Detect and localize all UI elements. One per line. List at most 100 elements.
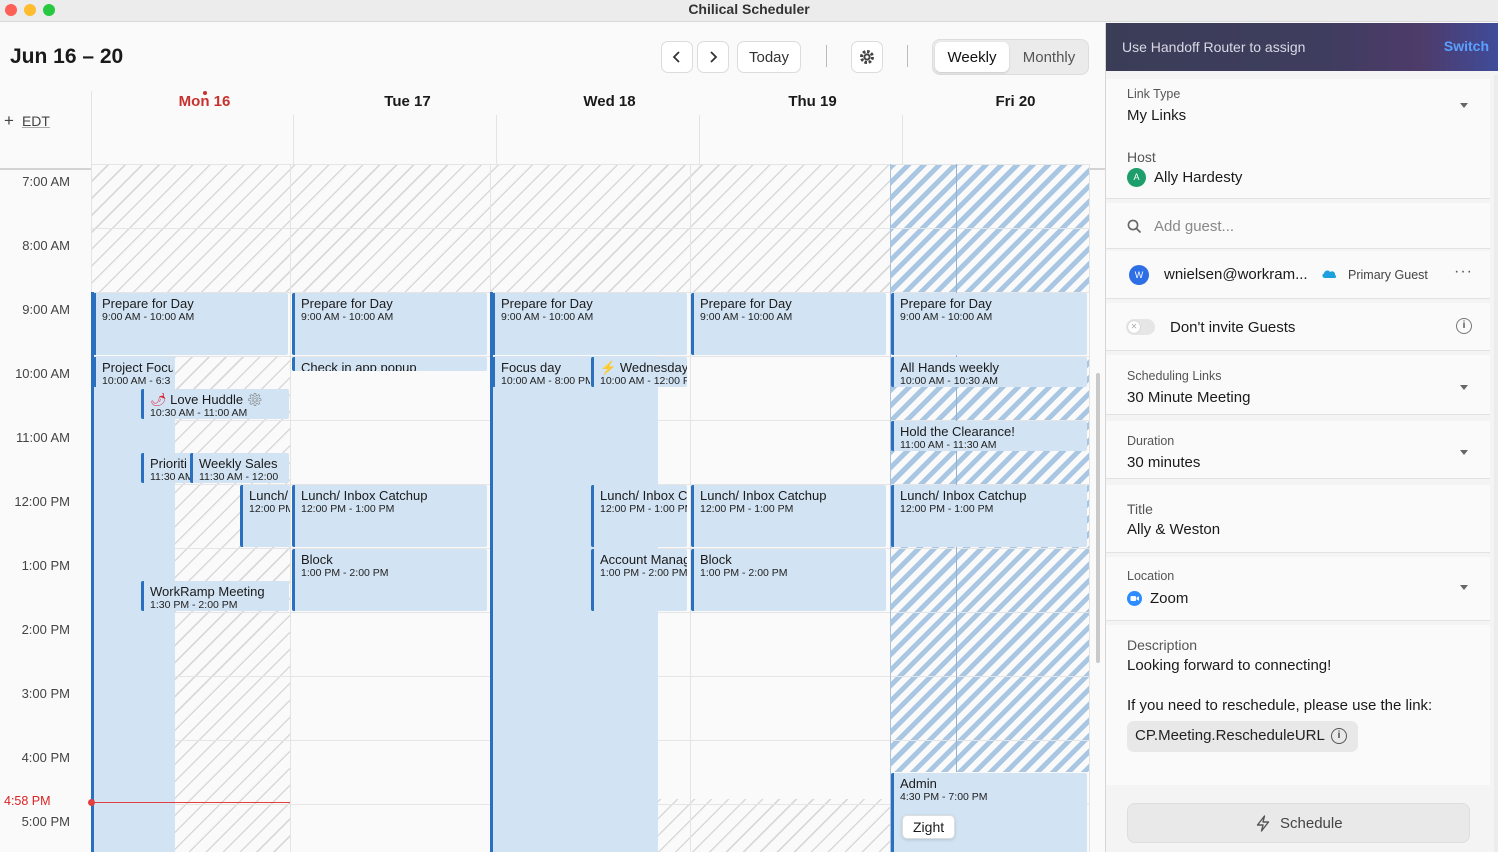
calendar-event[interactable]: Hold the Clearance! 11:00 AM - 11:30 AM xyxy=(891,421,1087,451)
time-label: 5:00 PM xyxy=(21,814,70,829)
search-icon xyxy=(1127,219,1142,234)
calendar-event[interactable]: Block 1:00 PM - 2:00 PM xyxy=(691,549,886,611)
time-label: 1:00 PM xyxy=(21,558,70,573)
time-label: 3:00 PM xyxy=(21,686,70,701)
day-header-thu[interactable]: Thu 19 xyxy=(711,93,914,110)
duration-select[interactable]: 30 minutes xyxy=(1127,454,1200,471)
chevron-down-icon[interactable] xyxy=(1460,103,1468,108)
event-title: Prepare for Day xyxy=(501,296,593,311)
event-time: 12:00 PM xyxy=(249,503,290,515)
calendar-event[interactable]: Prepare for Day 9:00 AM - 10:00 AM xyxy=(492,293,687,355)
dont-invite-row: ✕ Don't invite Guests i xyxy=(1106,303,1490,351)
window-title: Chilical Scheduler xyxy=(688,1,810,17)
calendar-event[interactable]: Prepare for Day 9:00 AM - 10:00 AM xyxy=(93,293,288,355)
prev-week-button[interactable] xyxy=(661,41,693,73)
add-guest-input[interactable]: Add guest... xyxy=(1154,218,1234,235)
calendar-event[interactable]: All Hands weekly 10:00 AM - 10:30 AM xyxy=(891,357,1087,387)
next-week-button[interactable] xyxy=(697,41,729,73)
timezone-label: EDT xyxy=(21,113,50,129)
calendar-event[interactable]: Focus day 10:00 AM - 8:00 PM xyxy=(492,357,590,387)
link-type-select[interactable]: My Links xyxy=(1127,107,1186,124)
calendar-event[interactable]: Lunch/ Inbox Catchup 12:00 PM - 1:00 PM xyxy=(891,485,1087,547)
switch-link[interactable]: Switch xyxy=(1444,38,1489,54)
chevron-down-icon[interactable] xyxy=(1460,450,1468,455)
time-label: 2:00 PM xyxy=(21,622,70,637)
chili-pepper-icon: 🌶 xyxy=(150,392,171,407)
calendar-event[interactable]: Weekly Sales 11:30 AM - 12:00 xyxy=(190,453,289,483)
title-label: Title xyxy=(1127,501,1153,517)
settings-button[interactable] xyxy=(851,41,883,73)
guest-email[interactable]: wnielsen@workram... xyxy=(1164,266,1308,283)
calendar-event[interactable]: Prepare for Day 9:00 AM - 10:00 AM xyxy=(891,293,1087,355)
calendar-event[interactable]: Prepare for Day 9:00 AM - 10:00 AM xyxy=(691,293,886,355)
event-title: Weekly Sales xyxy=(199,456,278,471)
calendar-event[interactable]: Block 1:00 PM - 2:00 PM xyxy=(292,549,487,611)
event-title: Lunch/ Inbox Catchup xyxy=(301,488,428,503)
chevron-right-icon xyxy=(710,51,718,63)
info-icon[interactable]: i xyxy=(1331,728,1347,744)
scheduling-links-select[interactable]: 30 Minute Meeting xyxy=(1127,389,1250,406)
event-time: 9:00 AM - 10:00 AM xyxy=(900,311,993,323)
title-input[interactable]: Ally & Weston xyxy=(1127,521,1220,538)
description-line[interactable]: If you need to reschedule, please use th… xyxy=(1127,697,1432,714)
day-header-fri[interactable]: Fri 20 xyxy=(914,93,1105,110)
calendar-event[interactable]: ⚡ Wednesday 10:00 AM - 12:00 P xyxy=(591,357,687,387)
schedule-button[interactable]: Schedule xyxy=(1127,803,1470,843)
time-label: 9:00 AM xyxy=(22,302,70,317)
more-options-icon[interactable]: ··· xyxy=(1454,263,1473,281)
schedule-button-label: Schedule xyxy=(1280,815,1343,832)
day-column-line xyxy=(1089,164,1090,852)
event-title: Prepare for Day xyxy=(301,296,393,311)
description-line[interactable]: Looking forward to connecting! xyxy=(1127,657,1331,674)
location-label: Location xyxy=(1127,569,1175,583)
today-button[interactable]: Today xyxy=(737,41,801,73)
event-title: All Hands weekly xyxy=(900,360,999,375)
calendar-event[interactable]: Lunch/ Inbox Catchup 12:00 PM - 1:00 PM xyxy=(292,485,487,547)
host-label: Host xyxy=(1127,149,1156,165)
event-time: 9:00 AM - 10:00 AM xyxy=(102,311,195,323)
weekly-view-tab[interactable]: Weekly xyxy=(935,42,1009,72)
timezone-selector[interactable]: + EDT xyxy=(4,111,50,131)
day-header-mon[interactable]: Mon 16 xyxy=(103,93,306,110)
booking-panel: Use Handoff Router to assign Switch Link… xyxy=(1105,23,1498,852)
info-icon[interactable]: i xyxy=(1456,318,1472,334)
day-header-tue[interactable]: Tue 17 xyxy=(306,93,509,110)
calendar-event[interactable]: Project Focu 10:00 AM - 6:3 xyxy=(93,357,173,387)
event-time: 10:00 AM - 12:00 P xyxy=(600,375,687,387)
calendar-event[interactable]: Admin 4:30 PM - 7:00 PM xyxy=(891,773,1087,852)
calendar-event[interactable]: Lunch/ Inbox C 12:00 PM - 1:00 PM xyxy=(591,485,687,547)
event-time: 1:00 PM - 2:00 PM xyxy=(700,567,788,579)
host-name[interactable]: Ally Hardesty xyxy=(1154,169,1242,186)
event-time: 12:00 PM - 1:00 PM xyxy=(600,503,687,515)
calendar-event[interactable]: Check in app popup xyxy=(292,357,487,371)
panel-scrollbar[interactable] xyxy=(1494,75,1498,852)
monthly-view-tab[interactable]: Monthly xyxy=(1011,42,1087,72)
header-divider xyxy=(91,91,92,168)
calendar-event[interactable]: 🌶 Love Huddle ⚙ 10:30 AM - 11:00 AM xyxy=(141,389,289,419)
title-section: Title Ally & Weston xyxy=(1106,485,1490,553)
day-header-wed[interactable]: Wed 18 xyxy=(508,93,711,110)
reschedule-url-token[interactable]: CP.Meeting.RescheduleURL i xyxy=(1127,721,1358,752)
time-label: 11:00 AM xyxy=(16,430,70,445)
calendar-event[interactable]: Lunch/ Inbox Catchup 12:00 PM - 1:00 PM xyxy=(691,485,886,547)
lightning-icon: ⚡ xyxy=(600,360,620,375)
location-select[interactable]: Zoom xyxy=(1150,590,1188,607)
event-title: Focus day xyxy=(501,360,561,375)
lightning-icon xyxy=(1256,815,1270,832)
header-divider xyxy=(496,115,497,168)
event-title: Admin xyxy=(900,776,937,791)
plus-icon[interactable]: + xyxy=(4,111,14,130)
calendar-event[interactable]: WorkRamp Meeting 1:30 PM - 2:00 PM xyxy=(141,581,289,611)
calendar-event[interactable]: Account Manag 1:00 PM - 2:00 PM xyxy=(591,549,687,611)
window-titlebar: Chilical Scheduler xyxy=(0,0,1498,22)
dont-invite-toggle[interactable]: ✕ xyxy=(1126,319,1155,335)
calendar-scrollbar[interactable] xyxy=(1096,373,1100,663)
calendar-event[interactable]: Prepare for Day 9:00 AM - 10:00 AM xyxy=(292,293,487,355)
chevron-down-icon[interactable] xyxy=(1460,385,1468,390)
current-time-line xyxy=(91,801,290,803)
calendar-event[interactable]: Lunch/12:00 PM xyxy=(240,485,290,547)
chevron-down-icon[interactable] xyxy=(1460,585,1468,590)
event-time: 11:30 AM - 12:00 xyxy=(199,471,279,483)
event-title: Block xyxy=(301,552,333,567)
event-time: 12:00 PM - 1:00 PM xyxy=(900,503,994,515)
